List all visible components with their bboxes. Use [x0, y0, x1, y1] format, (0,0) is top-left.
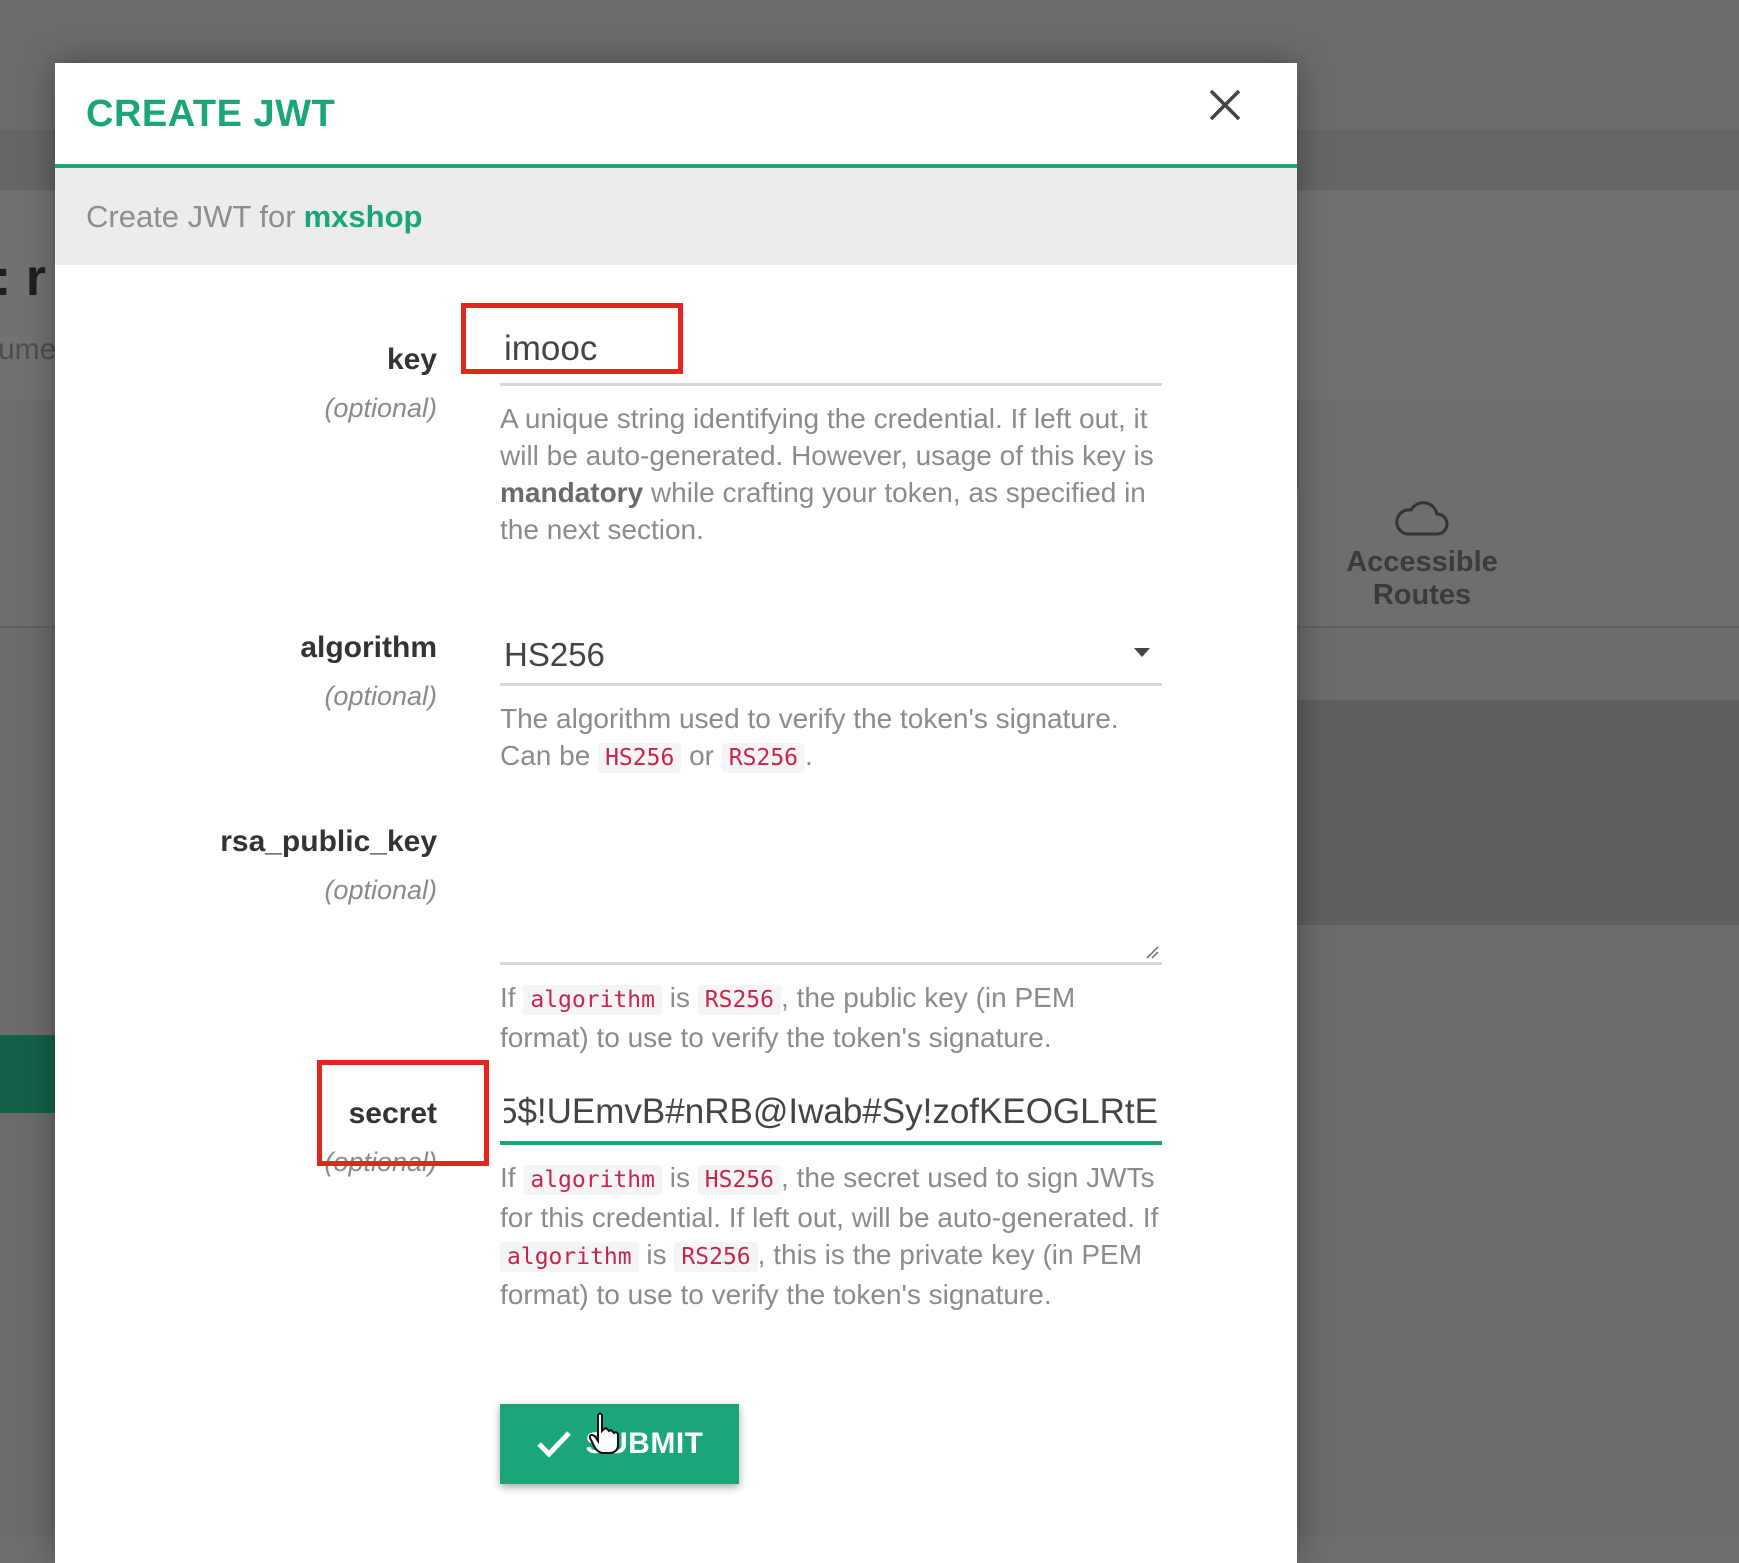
- modal-header: CREATE JWT: [55, 63, 1297, 168]
- checkmark-icon: [536, 1431, 571, 1458]
- highlight-box-key: [461, 303, 683, 374]
- label-column: rsa_public_key (optional): [220, 825, 437, 906]
- help-text: A unique string identifying the credenti…: [500, 403, 1154, 471]
- code-algorithm: algorithm: [523, 1165, 662, 1195]
- close-button[interactable]: [1203, 83, 1247, 127]
- rsa-public-key-input-column: If algorithm is RS256, the public key (i…: [500, 825, 1162, 1056]
- rsa-public-key-help: If algorithm is RS256, the public key (i…: [500, 979, 1162, 1056]
- bg-green-button: [0, 1035, 60, 1113]
- help-text: or: [689, 740, 715, 771]
- hand-cursor-icon: [588, 1412, 619, 1454]
- code-rs256: RS256: [697, 985, 782, 1015]
- help-text: is: [669, 1162, 690, 1193]
- help-bold: mandatory: [500, 477, 644, 508]
- highlight-box-secret: [317, 1060, 489, 1166]
- bg-page-subtext: ume: [0, 333, 57, 366]
- bg-tab-label: Accessible Routes: [1346, 546, 1498, 611]
- algorithm-label: algorithm: [300, 631, 437, 664]
- label-column: key (optional): [324, 343, 437, 424]
- bg-tab-accessible-routes: Accessible Routes: [1297, 500, 1547, 612]
- algorithm-selected: HS256: [504, 636, 605, 673]
- modal-subheader: Create JWT for mxshop: [55, 168, 1297, 265]
- code-rs256: RS256: [721, 743, 806, 773]
- resize-handle-icon[interactable]: [1145, 945, 1159, 959]
- secret-help: If algorithm is HS256, the secret used t…: [500, 1159, 1162, 1313]
- optional-tag: (optional): [324, 875, 437, 905]
- key-label: key: [386, 343, 437, 376]
- code-hs256: HS256: [697, 1165, 782, 1195]
- rsa-public-key-label: rsa_public_key: [220, 825, 437, 858]
- key-help: A unique string identifying the credenti…: [500, 400, 1162, 548]
- consumer-name: mxshop: [303, 198, 423, 234]
- algorithm-select[interactable]: HS256: [500, 624, 1162, 686]
- help-text: is: [646, 1239, 667, 1270]
- caret-down-icon: [1134, 648, 1150, 657]
- algorithm-help: The algorithm used to verify the token's…: [500, 700, 1162, 777]
- code-rs256: RS256: [674, 1242, 758, 1272]
- label-column: algorithm (optional): [300, 631, 437, 712]
- help-text: is: [669, 982, 690, 1013]
- optional-tag: (optional): [324, 393, 437, 423]
- code-algorithm: algorithm: [523, 985, 662, 1015]
- bg-page-heading: : r: [0, 249, 46, 307]
- create-jwt-modal: CREATE JWT Create JWT for mxshop key (op…: [55, 63, 1297, 1563]
- rsa-public-key-textarea[interactable]: [500, 825, 1162, 965]
- bg-panel: [1297, 700, 1739, 925]
- close-icon: [1209, 89, 1241, 121]
- subheader-prefix: Create JWT for: [86, 198, 296, 234]
- help-text: If: [500, 982, 516, 1013]
- code-hs256: HS256: [598, 743, 682, 773]
- modal-title: CREATE JWT: [86, 93, 336, 135]
- secret-input[interactable]: [500, 1083, 1162, 1145]
- cloud-icon: [1395, 501, 1449, 536]
- code-algorithm: algorithm: [500, 1242, 639, 1272]
- help-text: If: [500, 1162, 516, 1193]
- optional-tag: (optional): [324, 681, 437, 711]
- algorithm-input-column: HS256 The algorithm used to verify the t…: [500, 624, 1162, 777]
- help-text: .: [805, 740, 813, 771]
- secret-input-column: If algorithm is HS256, the secret used t…: [500, 1083, 1162, 1313]
